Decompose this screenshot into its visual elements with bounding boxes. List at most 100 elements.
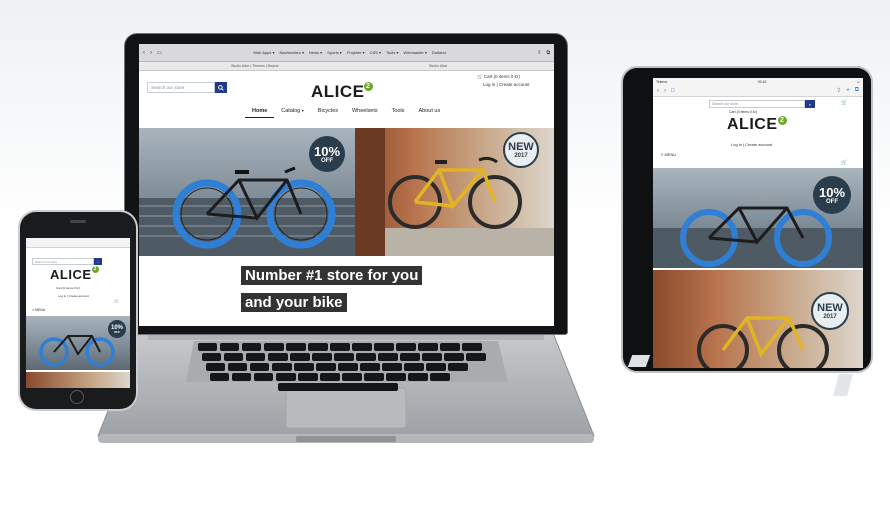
bookmarks-icon[interactable]: □ <box>671 88 675 94</box>
nav-catalog-label: Catalog <box>281 108 301 114</box>
sidebar-icon[interactable]: ▭ <box>157 50 162 56</box>
nav-about[interactable]: About us <box>412 105 448 118</box>
keyboard-key <box>268 353 288 361</box>
banner-discount[interactable]: 10% OFF <box>139 128 355 256</box>
logo-text: ALICE <box>50 267 92 282</box>
phone-search-button[interactable]: ⌕ <box>94 258 102 265</box>
cart-text: Cart (0 items 0 kr) <box>483 74 520 79</box>
search-icon <box>218 84 224 91</box>
tablet-banner-discount[interactable]: 10% OFF <box>653 168 863 268</box>
tablet-search-field[interactable]: Search our store ⌕ <box>709 100 815 108</box>
menu-label: MENU <box>35 308 46 312</box>
nav-home[interactable]: Home <box>245 105 275 118</box>
bookmark-4[interactable]: Projekte ▾ <box>347 50 365 55</box>
keyboard-key <box>426 363 446 371</box>
bookmark-2[interactable]: News ▾ <box>309 50 322 55</box>
keyboard-key <box>312 353 332 361</box>
tablet-search-input[interactable]: Search our store <box>709 100 805 108</box>
banner-new[interactable]: NEW 2017 <box>355 128 554 256</box>
phone-logo[interactable]: ALICE 2 <box>50 266 99 284</box>
tablet-promo-new-badge: NEW 2017 <box>811 292 849 330</box>
tablet-account-links[interactable]: Log in | Create account <box>731 142 772 147</box>
logo-badge: 2 <box>777 116 787 125</box>
nav-bicycles[interactable]: Bicycles <box>311 105 345 118</box>
keyboard-key <box>356 353 376 361</box>
keyboard-key <box>430 373 450 381</box>
keyboard-key <box>440 343 460 351</box>
tabs-icon[interactable]: ⧉ <box>546 50 550 56</box>
keyboard-key <box>444 353 464 361</box>
promo-new-sub: 2017 <box>823 313 837 320</box>
nav-catalog[interactable]: Catalog ▾ <box>274 105 311 118</box>
tabs-icon[interactable]: ⧉ <box>855 87 859 94</box>
search-input[interactable]: Search our store <box>147 82 215 93</box>
keyboard-key <box>404 363 424 371</box>
keyboard-key <box>202 353 222 361</box>
bookmark-5[interactable]: CSS ▾ <box>370 50 381 55</box>
tab-title[interactable]: Studio Alice <box>429 64 447 68</box>
tablet-menu-toggle[interactable]: ≡ MENU <box>661 152 676 157</box>
tablet-cart-text[interactable]: Cart (0 items 0 kr) <box>729 110 757 114</box>
keyboard-key <box>374 343 394 351</box>
keyboard-key <box>294 363 314 371</box>
hamburger-icon: ≡ <box>661 152 664 157</box>
phone-home-button[interactable] <box>70 390 84 404</box>
cart-icon[interactable]: 🛒 <box>114 298 119 303</box>
headline-line-1: Number #1 store for you <box>241 266 423 285</box>
keyboard-key <box>316 363 336 371</box>
site-logo[interactable]: ALICE 2 <box>311 82 373 102</box>
tablet-logo[interactable]: ALICE 2 <box>727 116 787 134</box>
keyboard-key <box>228 363 248 371</box>
keyboard-keys <box>198 343 498 391</box>
keyboard-key <box>342 373 362 381</box>
tablet-screen: Telenor 09:16 ▭ ‹ › □ ⇪ + ⧉ Search our s… <box>653 78 863 368</box>
tablet-banner-new[interactable]: NEW 2017 <box>653 270 863 368</box>
promo-new-sub: 2017 <box>514 152 528 159</box>
keyboard-key <box>220 343 240 351</box>
bookmark-8[interactable]: Dotland <box>432 50 446 55</box>
promo-new-value: NEW <box>817 301 843 314</box>
nav-back-icon[interactable]: ‹ <box>143 50 145 56</box>
bookmark-0[interactable]: Web Apps ▾ <box>253 50 274 55</box>
add-tab-icon[interactable]: + <box>846 88 850 94</box>
promo-discount-badge: 10% OFF <box>309 136 345 172</box>
phone-account-links[interactable]: Log in | Create account <box>58 294 89 298</box>
phone-screen: Search our store ⌕ ALICE 2 Cart (0 items … <box>26 238 130 388</box>
bookmark-6[interactable]: Tools ▾ <box>386 50 398 55</box>
tablet-cart-icon[interactable]: 🛒 <box>841 100 847 106</box>
share-icon[interactable]: ⇪ <box>537 50 541 56</box>
cart-link[interactable]: 🛒 Cart (0 items 0 kr) <box>477 74 520 80</box>
tablet-carrier: Telenor <box>656 79 668 84</box>
nav-tools[interactable]: Tools <box>385 105 412 118</box>
search-button[interactable] <box>215 82 227 93</box>
logo-text: ALICE <box>311 82 365 101</box>
phone-promo-discount-badge: 10% OFF <box>108 320 126 338</box>
bookmark-3[interactable]: Sports ▾ <box>327 50 342 55</box>
share-icon[interactable]: ⇪ <box>836 87 841 94</box>
nav-back-icon[interactable]: ‹ <box>657 88 659 94</box>
cart-icon[interactable]: 🛒 <box>841 160 847 166</box>
keyboard-key <box>264 343 284 351</box>
logo-badge: 2 <box>363 82 373 91</box>
phone-search-input[interactable]: Search our store <box>32 258 94 265</box>
phone-search-field[interactable]: Search our store ⌕ <box>32 258 102 265</box>
phone-cart-text[interactable]: Cart (0 items 0 kr) <box>56 286 80 290</box>
phone-banner-new[interactable] <box>26 372 130 388</box>
bookmark-7[interactable]: Webmaster ▾ <box>403 50 427 55</box>
nav-forward-icon[interactable]: › <box>150 50 152 56</box>
search-field[interactable]: Search our store <box>147 82 227 93</box>
account-links[interactable]: Log in | Create account <box>483 82 529 87</box>
hamburger-icon: ≡ <box>32 308 35 312</box>
logo-badge: 2 <box>91 266 99 273</box>
keyboard-key <box>308 343 328 351</box>
phone-banner-discount[interactable]: 10% OFF <box>26 316 130 370</box>
nav-forward-icon[interactable]: › <box>664 88 666 94</box>
keyboard-key <box>250 363 270 371</box>
tablet-promo-discount-badge: 10% OFF <box>813 176 851 214</box>
tablet-search-button[interactable]: ⌕ <box>805 100 815 108</box>
bookmark-1[interactable]: Nachrichten ▾ <box>280 50 304 55</box>
phone-menu-toggle[interactable]: ≡ MENU <box>32 308 45 312</box>
keyboard-key <box>334 353 354 361</box>
keyboard-key <box>298 373 318 381</box>
nav-wheelsets[interactable]: Wheelsets <box>345 105 385 118</box>
